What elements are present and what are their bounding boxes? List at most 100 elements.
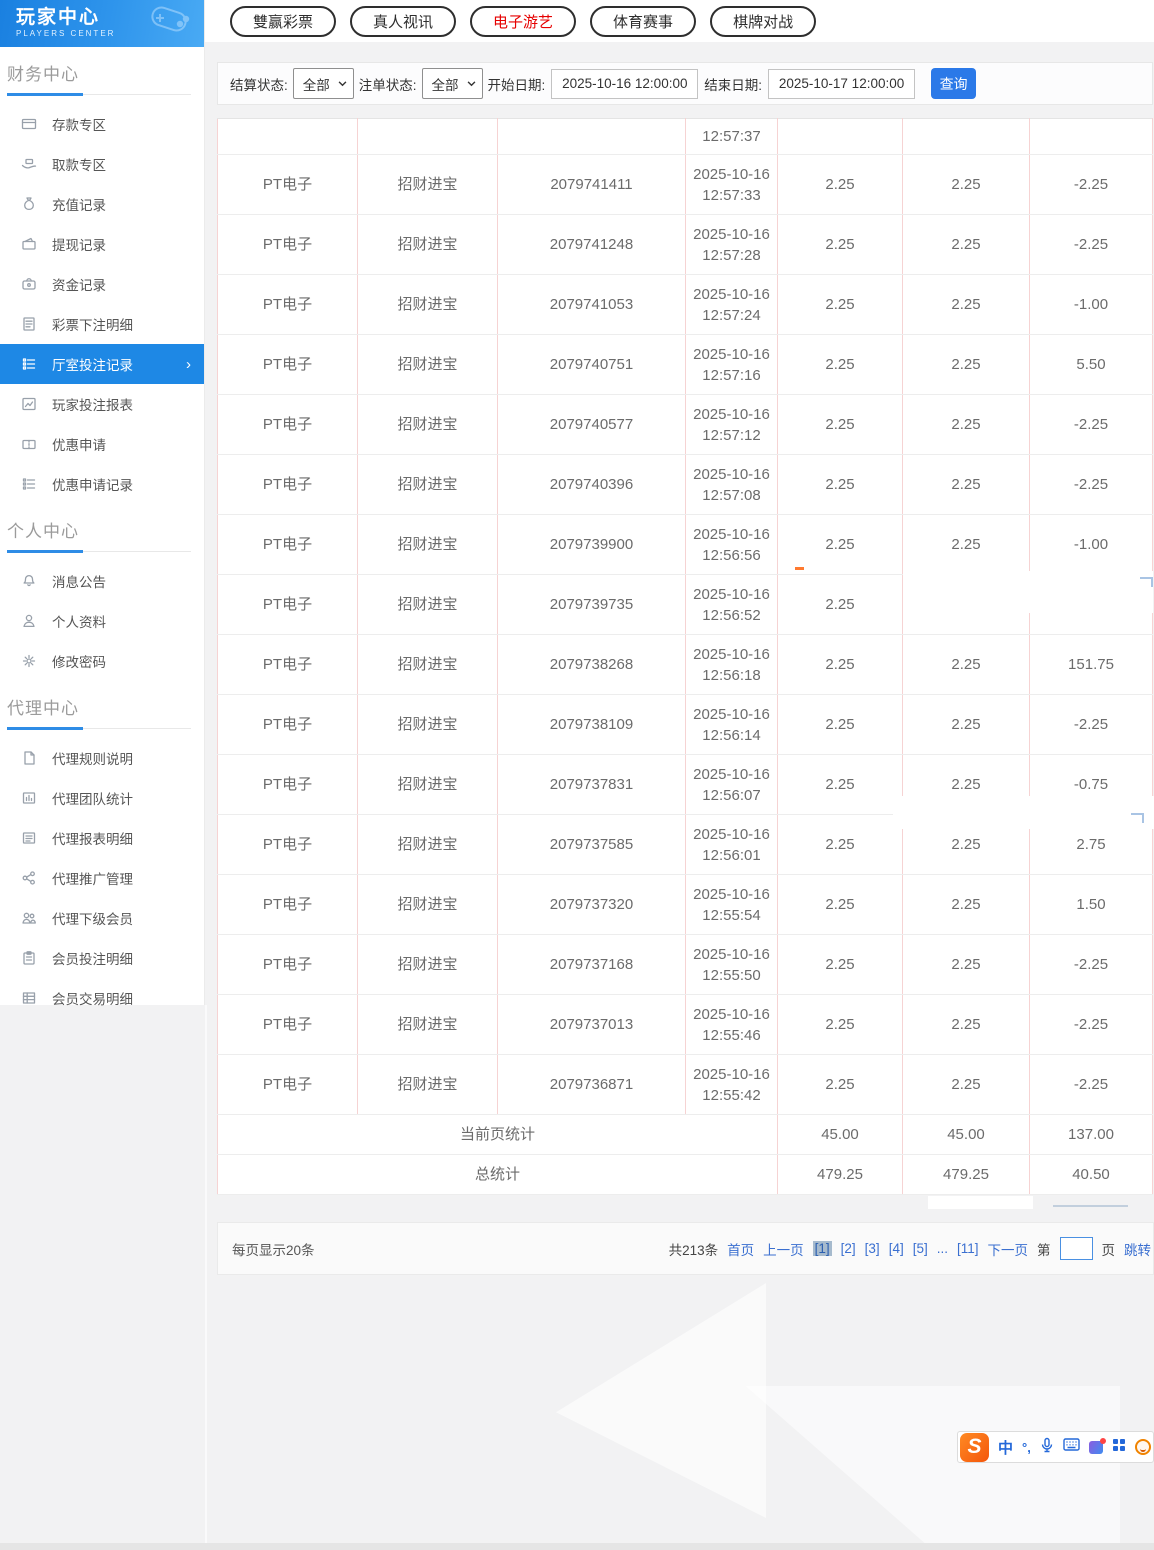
cell-winloss: -2.25 [1030,695,1153,755]
microphone-icon[interactable] [1040,1437,1054,1458]
cell-order: 2079740751 [498,335,686,395]
pagination-first[interactable]: 首页 [727,1239,754,1259]
cell-game: 招财进宝 [358,155,498,215]
chevron-right-icon: › [186,356,191,373]
cell-order: 2079737168 [498,935,686,995]
sidebar-item-recharge-records[interactable]: 充值记录 [0,184,204,224]
sidebar-item-label: 会员交易明细 [52,988,133,1008]
sidebar-item-agent-team-stats[interactable]: 代理团队统计 [0,778,204,818]
pagination-page-4[interactable]: [4] [889,1241,904,1256]
cell-game: 招财进宝 [358,275,498,335]
cell-platform [218,119,358,155]
sidebar-item-label: 修改密码 [52,651,106,671]
cell-bet: 2.25 [778,635,903,695]
skin-icon[interactable] [1089,1441,1103,1454]
cell-time: 12:57:37 [686,119,778,155]
cell-winloss: -2.25 [1030,455,1153,515]
tab-zhenren-shixun[interactable]: 真人视讯 [350,6,456,37]
sidebar-item-agent-promotion[interactable]: 代理推广管理 [0,858,204,898]
sogou-logo-icon[interactable]: S [960,1433,989,1462]
pagination-page-2[interactable]: [2] [841,1241,856,1256]
tab-shuangying-caipiao[interactable]: 雙赢彩票 [230,6,336,37]
cell-order: 2079736871 [498,1055,686,1115]
keyboard-icon[interactable] [1063,1438,1080,1456]
end-date-input[interactable] [768,69,915,99]
sidebar-item-agent-sub-members[interactable]: 代理下级会员 [0,898,204,938]
gamepad-icon [136,2,196,47]
cell-game: 招财进宝 [358,515,498,575]
jump-prefix-label: 第 [1037,1239,1051,1259]
pagination-prev[interactable]: 上一页 [763,1239,804,1259]
sidebar-item-label: 优惠申请 [52,434,106,454]
tab-qipai-duizhan[interactable]: 棋牌对战 [710,6,816,37]
board-chart-icon [21,790,37,806]
pagination-ellipsis: ... [937,1241,948,1256]
cell-winloss: -2.25 [1030,935,1153,995]
sidebar-item-lottery-bet-details[interactable]: 彩票下注明细 [0,304,204,344]
render-artifact [795,567,804,570]
tab-dianzi-youyi[interactable]: 电子游艺 [470,6,576,37]
table-row: PT电子 招财进宝 2079737320 2025-10-1612:55:54 … [218,875,1153,935]
cell-order: 2079737585 [498,815,686,875]
order-status-select[interactable]: 全部 [422,68,483,99]
cell-valid: 2.25 [903,935,1030,995]
cell-order: 2079739900 [498,515,686,575]
search-button[interactable]: 查询 [931,68,976,99]
table-row: PT电子 招财进宝 2079737168 2025-10-1612:55:50 … [218,935,1153,995]
toolbox-grid-icon[interactable] [1112,1438,1126,1457]
cell-bet: 2.25 [778,1055,903,1115]
sidebar-item-label: 代理报表明细 [52,828,133,848]
jump-page-input[interactable] [1060,1237,1093,1260]
cell-bet: 2.25 [778,215,903,275]
cell-datetime: 2025-10-1612:57:28 [686,215,778,275]
render-artifact [893,796,1154,829]
cell-bet: 2.25 [778,815,903,875]
settle-status-select[interactable]: 全部 [293,68,354,99]
sidebar-item-agent-rules[interactable]: 代理规则说明 [0,738,204,778]
sidebar-item-withdrawal-records[interactable]: 提现记录 [0,224,204,264]
emoji-icon[interactable] [1135,1439,1151,1455]
sidebar-item-funds-records[interactable]: 资金记录 [0,264,204,304]
table-row: PT电子 招财进宝 2079741411 2025-10-1612:57:33 … [218,155,1153,215]
pagination-next[interactable]: 下一页 [988,1239,1029,1259]
per-page-label: 每页显示20条 [232,1239,315,1259]
sidebar-item-agent-report-details[interactable]: 代理报表明细 [0,818,204,858]
sidebar-item-deposit-zone[interactable]: 存款专区 [0,104,204,144]
sidebar-item-change-password[interactable]: 修改密码 [0,641,204,681]
jump-button[interactable]: 跳转 [1124,1239,1151,1259]
render-artifact [928,1196,1033,1209]
tab-tiyu-saishi[interactable]: 体育赛事 [590,6,696,37]
render-artifact [1053,1205,1128,1207]
cell-datetime: 2025-10-1612:56:07 [686,755,778,815]
sidebar-item-label: 玩家投注报表 [52,394,133,414]
sidebar-item-hall-bet-records[interactable]: 厅室投注记录 › [0,344,204,384]
punctuation-icon[interactable]: °, [1022,1440,1031,1455]
pagination-page-5[interactable]: [5] [913,1241,928,1256]
finance-menu: 存款专区 取款专区 充值记录 提现记录 资金记录 彩票下注明细 厅室投注记录 › [0,95,204,504]
pagination-page-3[interactable]: [3] [865,1241,880,1256]
sidebar-item-member-transaction-details[interactable]: 会员交易明细 [0,978,204,1018]
cell-bet: 2.25 [778,995,903,1055]
cell-datetime: 2025-10-1612:57:16 [686,335,778,395]
cell-game: 招财进宝 [358,215,498,275]
sidebar-item-withdraw-zone[interactable]: 取款专区 [0,144,204,184]
chinese-mode-icon[interactable]: 中 [998,1437,1013,1458]
sidebar: 玩家中心 PLAYERS CENTER 财务中心 存款专区 取款专区 充值记录 … [0,0,205,1005]
deposit-card-icon [21,116,37,132]
sidebar-item-promo-apply[interactable]: 优惠申请 [0,424,204,464]
cell-bet: 2.25 [778,515,903,575]
start-date-input[interactable] [551,69,698,99]
sidebar-item-profile[interactable]: 个人资料 [0,601,204,641]
sidebar-item-player-bet-report[interactable]: 玩家投注报表 [0,384,204,424]
cell-valid: 2.25 [903,275,1030,335]
end-date-label: 结束日期: [704,74,762,94]
pagination-page-11[interactable]: [11] [957,1241,979,1256]
sidebar-item-member-bet-details[interactable]: 会员投注明细 [0,938,204,978]
cell-datetime: 2025-10-1612:55:54 [686,875,778,935]
pagination-page-1[interactable]: [1] [813,1241,832,1256]
cell-bet: 2.25 [778,275,903,335]
sidebar-item-promo-apply-records[interactable]: 优惠申请记录 [0,464,204,504]
section-title-finance: 财务中心 [7,60,191,95]
cell-datetime: 2025-10-1612:55:46 [686,995,778,1055]
sidebar-item-messages[interactable]: 消息公告 [0,561,204,601]
